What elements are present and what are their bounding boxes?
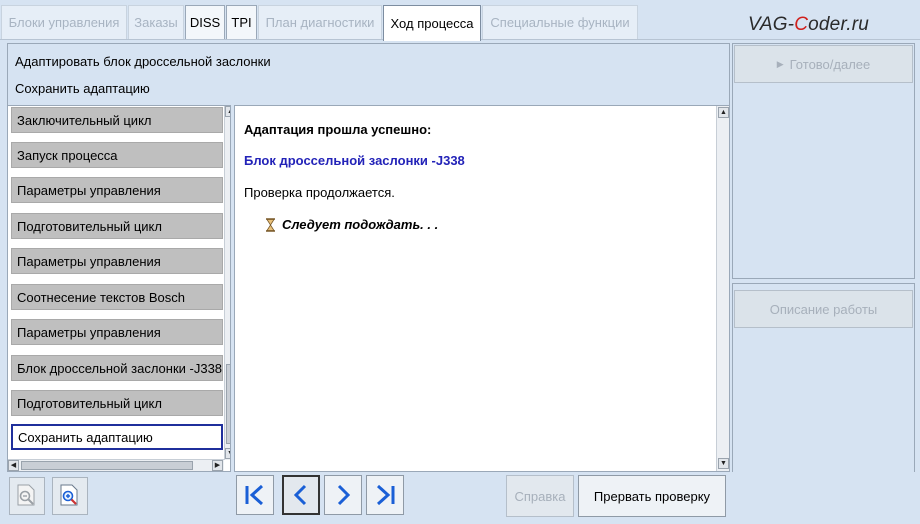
first-icon — [245, 484, 264, 506]
step-label: Соотнесение текстов Bosch — [17, 289, 185, 305]
status-text: Проверка продолжается. — [244, 185, 395, 200]
message-area: Адаптация прошла успешно: Блок дроссельн… — [234, 105, 730, 472]
step-label: Сохранить адаптацию — [18, 429, 153, 445]
abort-test-button[interactable]: Прервать проверку — [578, 475, 726, 517]
step-item[interactable]: Параметры управления — [11, 319, 223, 345]
tab-process[interactable]: Ход процесса — [383, 5, 481, 41]
step-label: Параметры управления — [17, 253, 161, 269]
step-item[interactable]: Параметры управления — [11, 248, 223, 274]
first-page-button[interactable] — [236, 475, 274, 515]
step-item[interactable]: Соотнесение текстов Bosch — [11, 284, 223, 310]
tab-bar: Блоки управления Заказы DISS TPI План ди… — [0, 0, 920, 41]
control-unit-name: Блок дроссельной заслонки -J338 — [244, 153, 465, 168]
tab-special-functions[interactable]: Специальные функции — [482, 5, 638, 39]
tab-tpi[interactable]: TPI — [226, 5, 257, 39]
tab-orders[interactable]: Заказы — [128, 5, 184, 39]
scroll-right-arrow-icon[interactable]: ▶ — [212, 460, 223, 471]
scroll-up-arrow-icon[interactable]: ▲ — [718, 107, 729, 118]
brand-suffix: oder.ru — [808, 14, 870, 35]
step-label: Запуск процесса — [17, 147, 118, 163]
scroll-up-arrow-icon[interactable]: ▲ — [225, 106, 230, 117]
scroll-down-arrow-icon[interactable]: ▼ — [718, 458, 729, 469]
message-vscrollbar[interactable]: ▲ ▼ — [716, 106, 729, 471]
description-button-label: Описание работы — [769, 301, 878, 317]
step-label: Подготовительный цикл — [17, 218, 162, 234]
step-list: Заключительный цикл Запуск процесса Пара… — [7, 105, 231, 472]
brand-prefix: VAG- — [748, 14, 795, 35]
scroll-thumb[interactable] — [226, 364, 230, 444]
wait-indicator: Следует подождать. . . — [265, 217, 438, 232]
chevron-left-icon — [293, 484, 307, 506]
step-item[interactable]: Запуск процесса — [11, 142, 223, 168]
previous-button[interactable] — [282, 475, 320, 515]
brand-accent: C — [794, 14, 809, 35]
right-panel-top: ▶ Готово/далее — [732, 43, 915, 279]
step-list-vscrollbar[interactable]: ▲ ▼ — [224, 106, 230, 460]
step-list-hscrollbar[interactable]: ◀ ▶ — [8, 459, 224, 471]
step-item-selected[interactable]: Сохранить адаптацию — [11, 424, 223, 450]
step-item[interactable]: Параметры управления — [11, 177, 223, 203]
result-heading: Адаптация прошла успешно: — [244, 122, 432, 137]
next-button[interactable]: ▶ Готово/далее — [734, 45, 913, 83]
last-icon — [376, 484, 395, 506]
process-subtitle: Сохранить адаптацию — [15, 81, 150, 96]
next-button-label: Готово/далее — [789, 56, 871, 72]
step-label: Подготовительный цикл — [17, 395, 162, 411]
next-page-button[interactable] — [324, 475, 362, 515]
zoom-in-icon — [60, 484, 78, 506]
step-item[interactable]: Заключительный цикл — [11, 107, 223, 133]
step-item[interactable]: Подготовительный цикл — [11, 390, 223, 416]
brand-watermark: VAG-Coder.ru — [748, 14, 869, 36]
last-page-button[interactable] — [366, 475, 404, 515]
tab-diss[interactable]: DISS — [185, 5, 225, 39]
step-label: Блок дроссельной заслонки -J338 — [17, 360, 223, 376]
hourglass-icon — [266, 217, 275, 232]
chevron-right-icon — [337, 484, 351, 506]
step-item[interactable]: Подготовительный цикл — [11, 213, 223, 239]
zoom-out-button[interactable] — [9, 477, 45, 515]
scroll-thumb[interactable] — [21, 461, 193, 470]
scroll-down-arrow-icon[interactable]: ▼ — [225, 448, 230, 459]
help-button-label: Справка — [514, 488, 566, 504]
step-item[interactable]: Блок дроссельной заслонки -J338 — [11, 355, 223, 381]
tab-control-units[interactable]: Блоки управления — [1, 5, 127, 39]
right-panel: ▶ Готово/далее Описание работы — [732, 43, 915, 473]
process-header: Адаптировать блок дроссельной заслонки С… — [7, 43, 730, 105]
help-button[interactable]: Справка — [506, 475, 574, 517]
zoom-in-button[interactable] — [52, 477, 88, 515]
play-icon: ▶ — [776, 58, 784, 69]
description-button[interactable]: Описание работы — [734, 290, 913, 328]
abort-test-button-label: Прервать проверку — [593, 488, 711, 504]
step-label: Параметры управления — [17, 182, 161, 198]
zoom-out-icon — [17, 484, 35, 506]
process-title: Адаптировать блок дроссельной заслонки — [15, 54, 271, 69]
scroll-left-arrow-icon[interactable]: ◀ — [8, 460, 19, 471]
bottom-toolbar: Справка Прервать проверку — [0, 472, 920, 524]
wait-text: Следует подождать. . . — [282, 217, 439, 232]
right-panel-bottom: Описание работы — [732, 283, 915, 473]
step-label: Параметры управления — [17, 324, 161, 340]
tab-diagnostic-plan[interactable]: План диагностики — [258, 5, 382, 39]
step-label: Заключительный цикл — [17, 112, 152, 128]
